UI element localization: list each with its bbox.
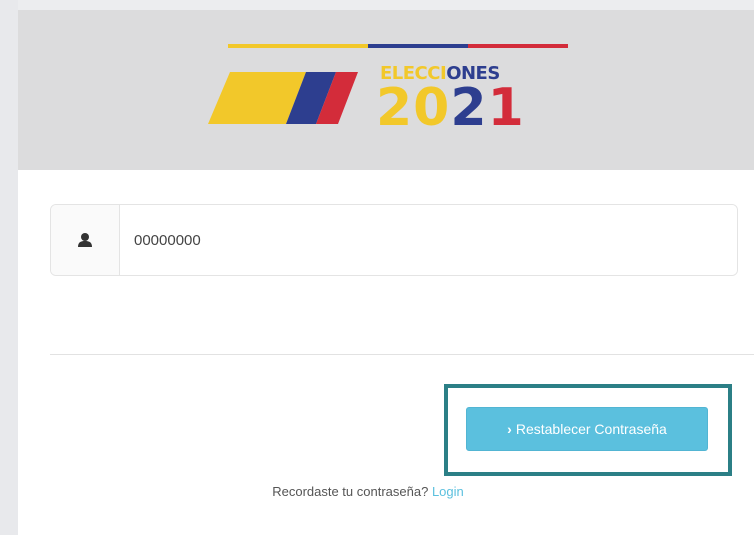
document-number-input[interactable] xyxy=(120,205,737,275)
login-prompt: Recordaste tu contraseña? Login xyxy=(0,484,736,499)
logo-bar-red xyxy=(468,44,568,48)
login-question: Recordaste tu contraseña? xyxy=(272,484,429,499)
card-header: ELECCIONES 2021 xyxy=(18,10,754,170)
elecciones-2021-logo: ELECCIONES 2021 xyxy=(208,44,588,144)
page-background-strip xyxy=(0,0,18,535)
form-divider xyxy=(50,354,754,355)
logo-bar-yellow xyxy=(228,44,368,48)
reset-password-button[interactable]: › Restablecer Contraseña xyxy=(466,407,708,451)
chevron-right-icon: › xyxy=(507,421,512,437)
reset-password-button-label: Restablecer Contraseña xyxy=(515,421,667,437)
document-input-group xyxy=(50,204,738,276)
logo-year-part2: 2 xyxy=(450,78,488,138)
logo-bar-blue xyxy=(368,44,468,48)
logo-year-part3: 1 xyxy=(487,78,525,138)
logo-year: 2021 xyxy=(376,80,525,136)
logo-year-part1: 20 xyxy=(376,78,451,138)
logo-flag-icon xyxy=(208,72,358,124)
user-icon xyxy=(78,233,92,247)
login-link[interactable]: Login xyxy=(432,484,464,499)
user-icon-addon xyxy=(51,205,120,275)
